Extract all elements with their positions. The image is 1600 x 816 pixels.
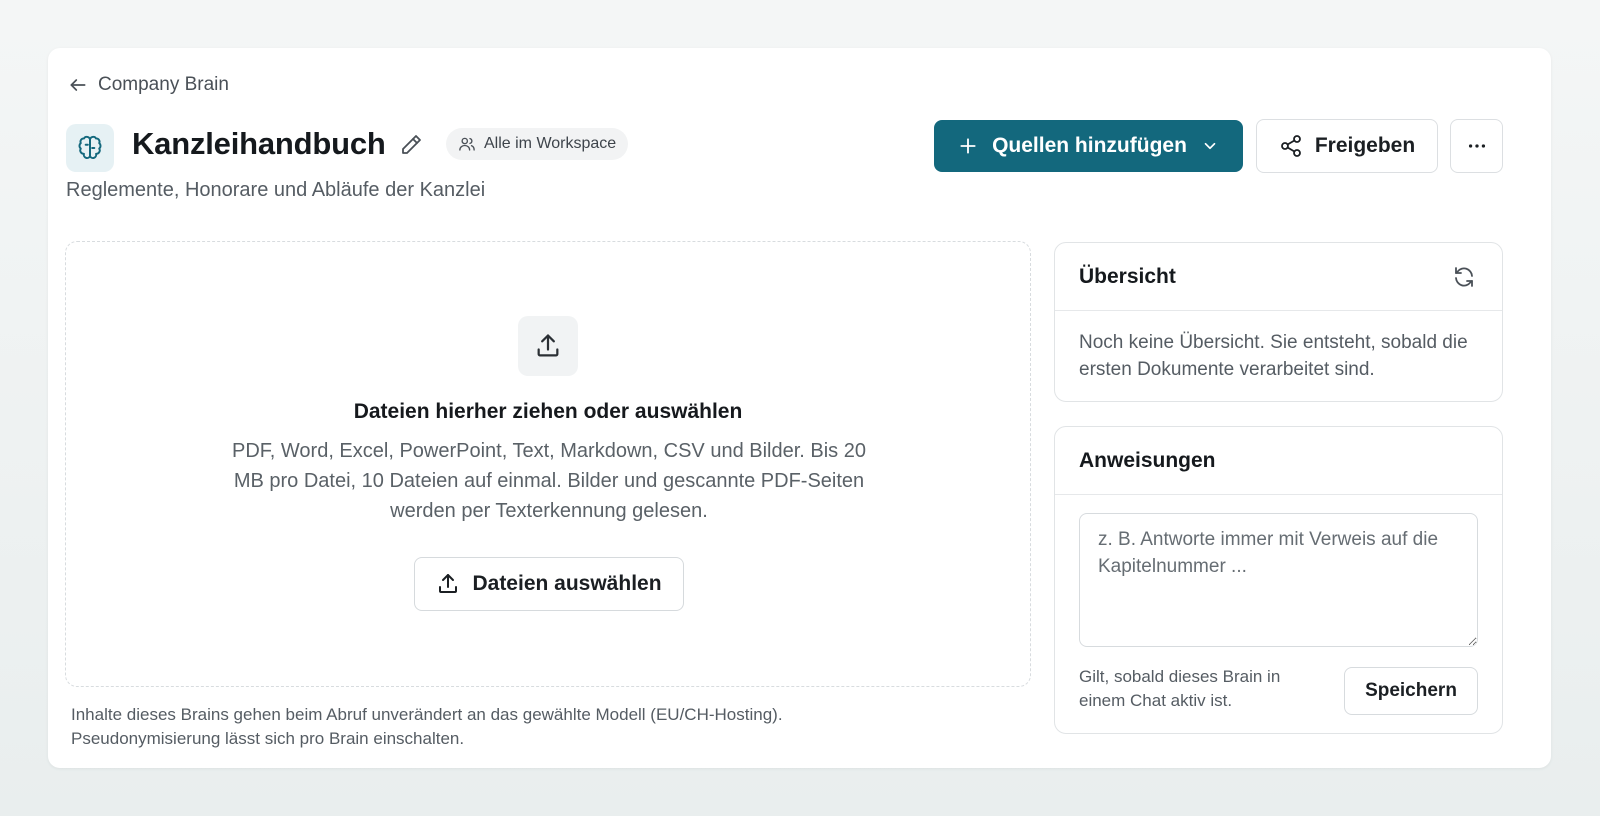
upload-icon-box <box>518 316 578 376</box>
instructions-header: Anweisungen <box>1055 427 1502 495</box>
instructions-textarea[interactable] <box>1079 513 1478 647</box>
select-files-button[interactable]: Dateien auswählen <box>414 557 684 611</box>
overview-header: Übersicht <box>1055 243 1502 311</box>
brain-badge <box>66 124 114 172</box>
edit-title-button[interactable] <box>396 130 426 160</box>
brain-icon <box>78 135 102 159</box>
footnote-line-2: Pseudonymisierung lässt sich pro Brain e… <box>71 729 465 748</box>
page-title: Kanzleihandbuch <box>132 126 386 161</box>
brain-detail-card: Company Brain Kanzleihandbuch Alle im Wo… <box>48 48 1551 768</box>
overview-panel: Übersicht Noch keine Übersicht. Sie ents… <box>1054 242 1503 402</box>
overview-empty-text: Noch keine Übersicht. Sie entsteht, soba… <box>1079 332 1468 380</box>
users-icon <box>459 137 475 151</box>
instructions-hint: Gilt, sobald dieses Brain in einem Chat … <box>1079 667 1281 710</box>
refresh-overview-button[interactable] <box>1450 263 1478 291</box>
chevron-down-icon <box>1204 142 1216 150</box>
share-icon <box>1280 135 1301 157</box>
instructions-title: Anweisungen <box>1079 448 1216 472</box>
more-options-button[interactable] <box>1450 119 1503 173</box>
dropzone-title: Dateien hierher ziehen oder auswählen <box>353 400 743 423</box>
dropzone-description: PDF, Word, Excel, PowerPoint, Text, Mark… <box>232 440 866 522</box>
upload-icon <box>537 334 559 357</box>
add-sources-label: Quellen hinzufügen <box>992 134 1187 157</box>
refresh-icon <box>1455 266 1473 287</box>
add-sources-button[interactable]: Quellen hinzufügen <box>934 120 1243 172</box>
save-instructions-button[interactable]: Speichern <box>1344 667 1478 715</box>
file-dropzone[interactable]: Dateien hierher ziehen oder auswählen PD… <box>65 241 1031 687</box>
back-link-label: Company Brain <box>98 74 229 95</box>
share-button[interactable]: Freigeben <box>1256 119 1438 173</box>
plus-icon <box>960 138 976 154</box>
page-subtitle: Reglemente, Honorare und Abläufe der Kan… <box>66 179 486 201</box>
upload-icon <box>439 574 458 593</box>
visibility-label: Alle im Workspace <box>484 135 617 152</box>
share-label: Freigeben <box>1314 134 1416 157</box>
overview-title: Übersicht <box>1079 264 1176 288</box>
back-link[interactable]: Company Brain <box>68 74 229 96</box>
instructions-panel: Anweisungen Gilt, sobald dieses Brain in… <box>1054 426 1503 734</box>
select-files-label: Dateien auswählen <box>472 572 662 595</box>
ellipsis-icon <box>1468 144 1485 148</box>
pencil-icon <box>402 135 421 154</box>
footnote-line-1: Inhalte dieses Brains gehen beim Abruf u… <box>71 705 783 724</box>
privacy-footnote: Inhalte dieses Brains gehen beim Abruf u… <box>71 703 971 751</box>
visibility-badge[interactable]: Alle im Workspace <box>446 128 629 160</box>
arrow-left-icon <box>70 79 86 91</box>
